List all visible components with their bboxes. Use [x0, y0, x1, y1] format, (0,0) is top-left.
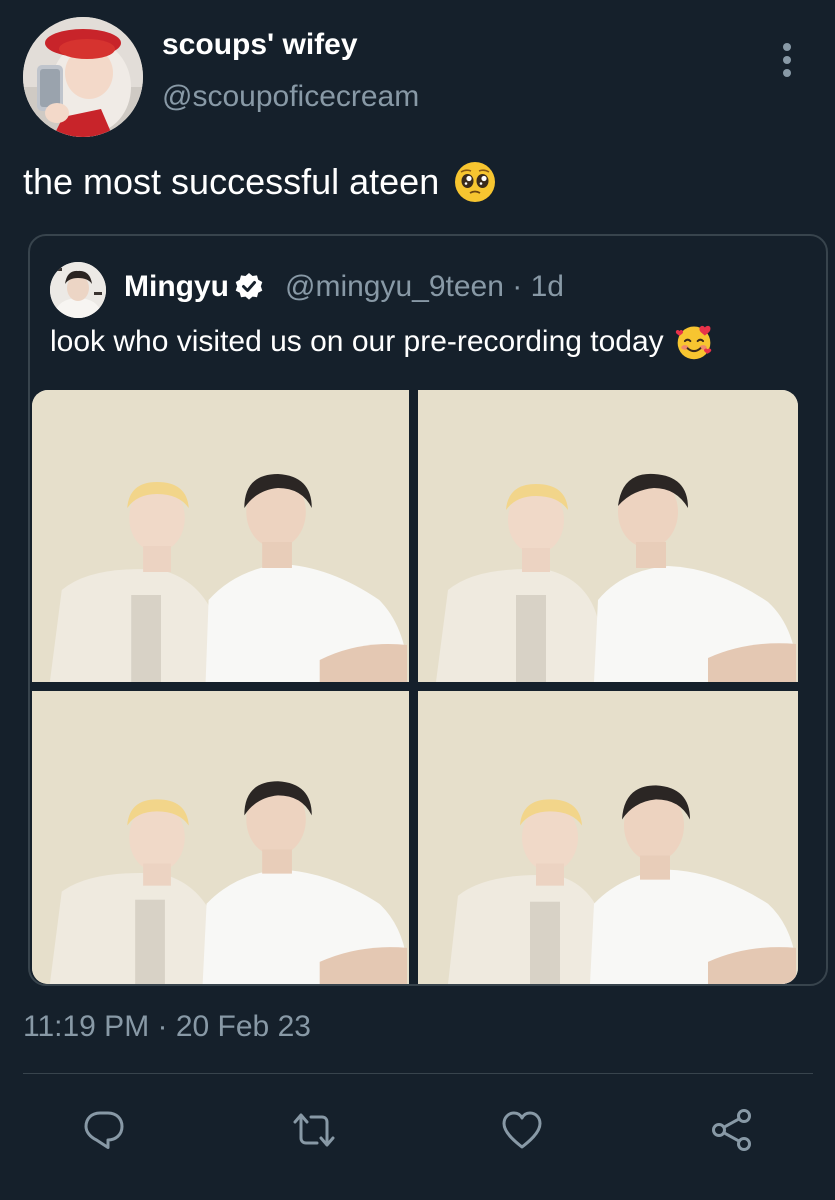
retweet-icon — [293, 1113, 335, 1147]
quoted-author-name[interactable]: Mingyu — [124, 270, 265, 304]
media-photo-3[interactable] — [32, 691, 409, 984]
like-button[interactable] — [496, 1104, 548, 1156]
author-avatar[interactable] — [23, 17, 143, 137]
media-photo-4[interactable] — [418, 691, 798, 984]
quoted-handle-time[interactable]: @mingyu_9teen · 1d — [285, 270, 564, 304]
quoted-author-avatar[interactable] — [50, 262, 106, 318]
tweet-detail: scoups' wifey @scoupoficecream the most … — [0, 0, 835, 1200]
pleading-face-emoji-icon — [455, 162, 496, 202]
quoted-text-content: look who visited us on our pre-recording… — [50, 325, 664, 358]
reply-button[interactable] — [78, 1104, 130, 1156]
media-photo-1[interactable] — [32, 390, 409, 682]
tweet-timestamp[interactable]: 11:19 PM · 20 Feb 23 — [23, 1010, 311, 1044]
media-grid — [32, 390, 798, 984]
more-options-icon[interactable] — [770, 38, 804, 82]
media-photo-2[interactable] — [418, 390, 798, 682]
quoted-author-name-text: Mingyu — [124, 270, 229, 303]
quoted-tweet[interactable]: Mingyu @mingyu_9teen · 1d look who visit… — [28, 234, 828, 986]
verified-badge-icon — [235, 273, 263, 300]
smiling-face-with-hearts-emoji-icon — [675, 325, 711, 360]
divider — [23, 1073, 813, 1074]
author-handle[interactable]: @scoupoficecream — [162, 80, 419, 114]
tweet-text: the most successful ateen — [23, 160, 497, 204]
reply-icon — [84, 1111, 124, 1149]
quoted-text: look who visited us on our pre-recording… — [50, 322, 714, 362]
share-icon — [712, 1109, 751, 1151]
retweet-button[interactable] — [288, 1104, 340, 1156]
author-display-name[interactable]: scoups' wifey — [162, 28, 358, 62]
share-button[interactable] — [706, 1104, 758, 1156]
heart-icon — [502, 1111, 542, 1149]
tweet-text-content: the most successful ateen — [23, 161, 440, 202]
